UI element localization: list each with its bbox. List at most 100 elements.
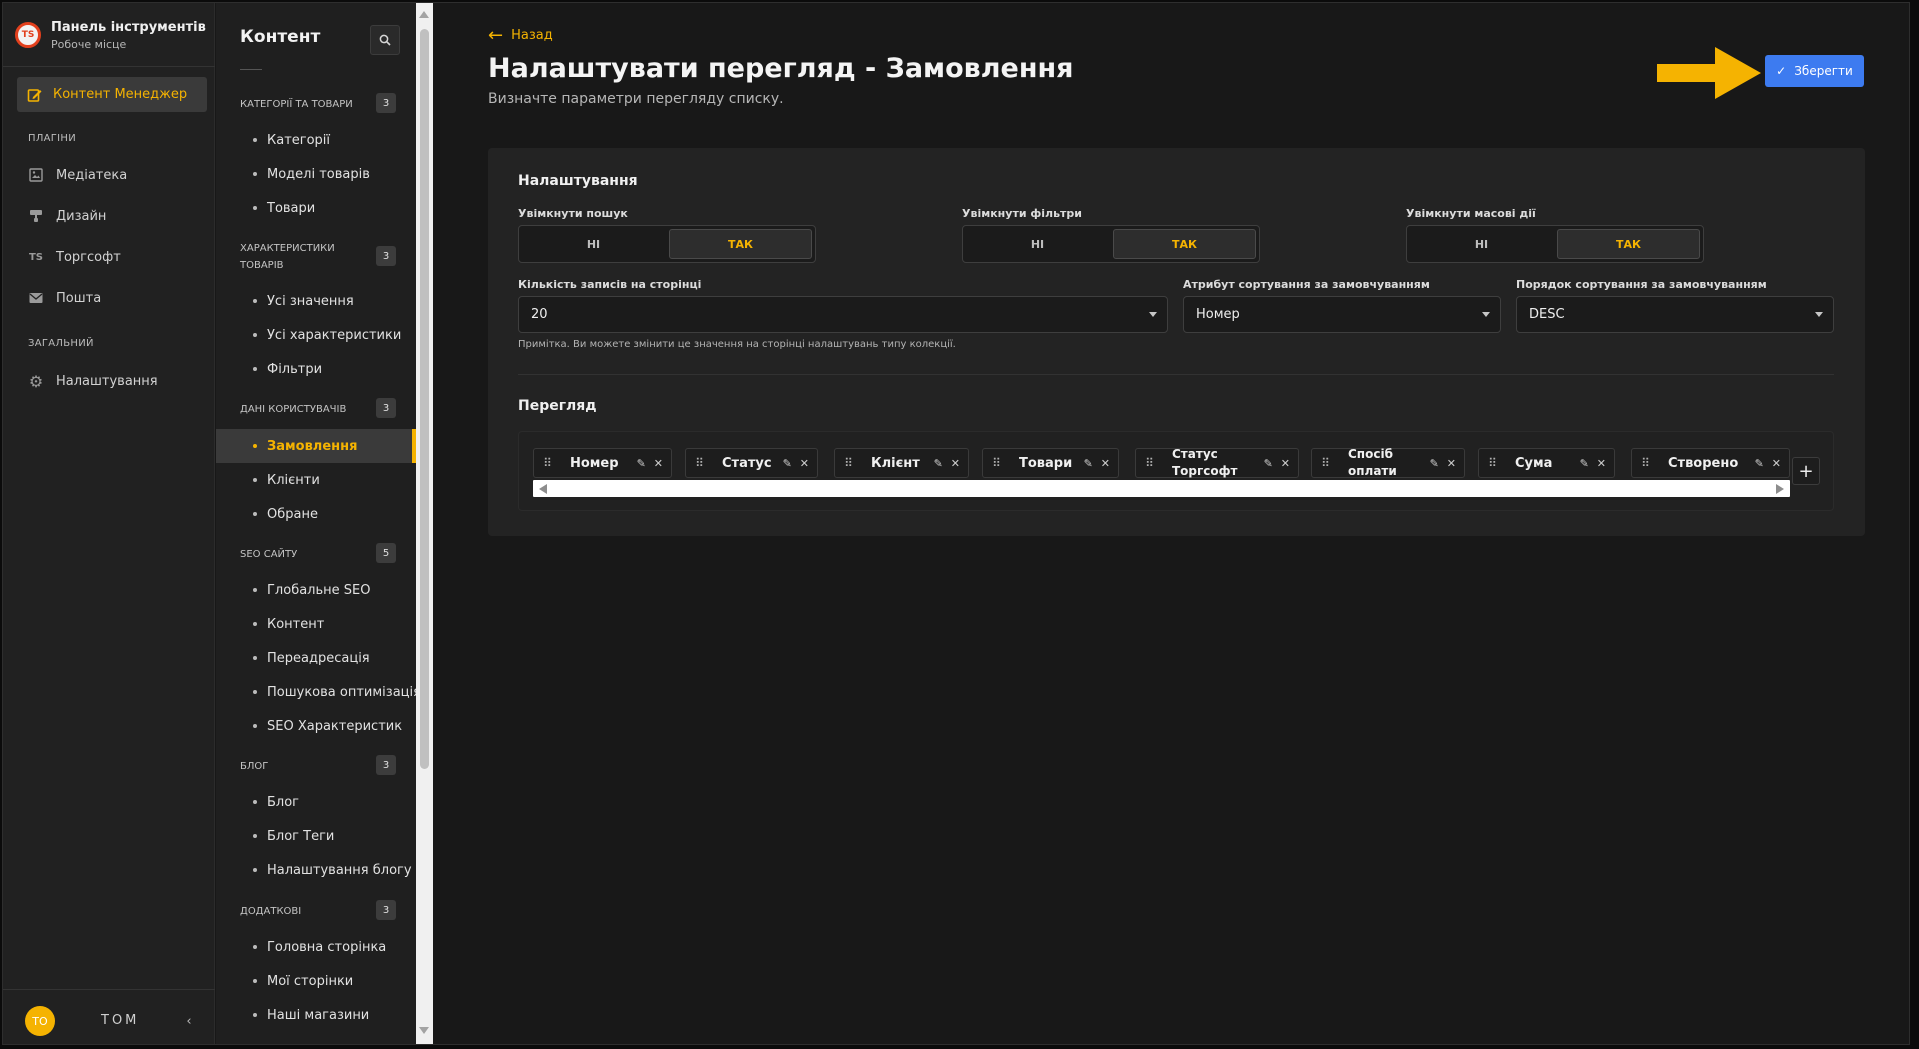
sidebar-group-title[interactable]: КАТЕГОРІЇ ТА ТОВАРИ	[240, 96, 370, 113]
per-page-select[interactable]: 20	[518, 296, 1168, 333]
close-icon[interactable]: ✕	[951, 457, 960, 470]
sidebar-item[interactable]: Усі характеристики	[216, 318, 416, 352]
column-card[interactable]: ⠿ Номер ✎ ✕	[533, 448, 672, 478]
sidebar-item-active[interactable]: Замовлення	[216, 429, 416, 463]
nav-item-design[interactable]: Дизайн	[28, 204, 106, 228]
nav-item-settings[interactable]: ⚙ Налаштування	[28, 369, 158, 393]
drag-handle-icon[interactable]: ⠿	[1312, 456, 1338, 470]
sidebar-item[interactable]: Блог	[216, 785, 416, 819]
toggle-option-yes[interactable]: ТАК	[669, 229, 812, 259]
columns-scrollbar[interactable]	[533, 480, 1790, 497]
close-icon[interactable]: ✕	[1101, 457, 1110, 470]
pencil-icon[interactable]: ✎	[1755, 457, 1764, 470]
settings-panel: Налаштування Увімкнути пошук НІ ТАК Увім…	[488, 148, 1865, 536]
drag-handle-icon[interactable]: ⠿	[686, 456, 712, 470]
column-card[interactable]: ⠿ Статус Торгсофт ✎ ✕	[1135, 447, 1299, 478]
app-window: TS Панель інструментів Робоче місце Конт…	[2, 2, 1910, 1045]
toggle-option-yes[interactable]: ТАК	[1557, 229, 1700, 259]
main-nav: TS Панель інструментів Робоче місце Конт…	[3, 3, 215, 1044]
sidebar-item[interactable]: Налаштування блогу	[216, 853, 416, 887]
nav-item-mail[interactable]: Пошта	[28, 286, 101, 310]
sidebar-group-title[interactable]: БЛОГ	[240, 758, 370, 775]
sidebar-item[interactable]: Моделі товарів	[216, 157, 416, 191]
close-icon[interactable]: ✕	[1772, 457, 1781, 470]
drag-handle-icon[interactable]: ⠿	[983, 456, 1009, 470]
sidebar-item[interactable]: Головна сторінка	[216, 930, 416, 964]
sidebar-scrollbar[interactable]	[416, 3, 433, 1044]
pencil-icon[interactable]: ✎	[1580, 457, 1589, 470]
pencil-icon[interactable]: ✎	[1084, 457, 1093, 470]
sidebar-group-title[interactable]: ДАНІ КОРИСТУВАЧІВ	[240, 401, 370, 418]
nav-divider	[3, 66, 215, 67]
sidebar-group-title[interactable]: ДОДАТКОВІ	[240, 903, 370, 920]
sidebar-item[interactable]: Наші магазини	[216, 998, 416, 1032]
pencil-icon[interactable]: ✎	[1430, 457, 1439, 470]
caret-down-icon	[1482, 312, 1490, 317]
save-button[interactable]: ✓ Зберегти	[1765, 55, 1864, 87]
scroll-left-icon[interactable]	[539, 484, 547, 494]
sidebar-item[interactable]: Обране	[216, 497, 416, 531]
sidebar-item[interactable]: SEO Характеристик	[216, 709, 416, 743]
toggle-option-no[interactable]: НІ	[966, 229, 1109, 259]
sidebar-item[interactable]: Пошукова оптимізація	[216, 675, 416, 709]
sidebar-item[interactable]: Клієнти	[216, 463, 416, 497]
pencil-icon[interactable]: ✎	[637, 457, 646, 470]
close-icon[interactable]: ✕	[654, 457, 663, 470]
sidebar-item[interactable]: Усі значення	[216, 284, 416, 318]
sort-attribute-select[interactable]: Номер	[1183, 296, 1501, 333]
toggle-option-no[interactable]: НІ	[522, 229, 665, 259]
scroll-right-icon[interactable]	[1776, 484, 1784, 494]
drag-handle-icon[interactable]: ⠿	[534, 456, 560, 470]
brand-subtitle: Робоче місце	[51, 37, 127, 51]
scroll-thumb[interactable]	[420, 29, 429, 769]
avatar[interactable]: TO	[25, 1006, 55, 1036]
toggle-label-filters: Увімкнути фільтри	[962, 207, 1083, 220]
sidebar-item[interactable]: Категорії	[216, 123, 416, 157]
column-card[interactable]: ⠿ Клієнт ✎ ✕	[834, 448, 969, 478]
sidebar-item[interactable]: Блог Теги	[216, 819, 416, 853]
drag-handle-icon[interactable]: ⠿	[1479, 456, 1505, 470]
sidebar-item[interactable]: Глобальне SEO	[216, 573, 416, 607]
sidebar-search-button[interactable]	[370, 25, 400, 55]
column-card[interactable]: ⠿ Статус ✎ ✕	[685, 448, 818, 478]
column-card[interactable]: ⠿ Створено ✎ ✕	[1631, 448, 1790, 478]
pencil-icon[interactable]: ✎	[934, 457, 943, 470]
brand[interactable]: TS Панель інструментів Робоче місце	[15, 15, 206, 55]
scroll-up-icon[interactable]	[419, 11, 429, 18]
sidebar-item[interactable]: Мої сторінки	[216, 964, 416, 998]
page-subtitle: Визначте параметри перегляду списку.	[488, 91, 784, 107]
collapse-nav-button[interactable]: ‹	[179, 1011, 199, 1031]
sidebar-group-count: 5	[376, 543, 396, 563]
close-icon[interactable]: ✕	[1597, 457, 1606, 470]
nav-item-media[interactable]: Медіатека	[28, 163, 127, 187]
toggle-option-no[interactable]: НІ	[1410, 229, 1553, 259]
nav-item-label: Дизайн	[56, 208, 107, 224]
sidebar-group-title[interactable]: ХАРАКТЕРИСТИКИ ТОВАРІВ	[240, 240, 350, 274]
column-card[interactable]: ⠿ Спосіб оплати ✎ ✕	[1311, 447, 1465, 478]
sort-order-select[interactable]: DESC	[1516, 296, 1834, 333]
sidebar-title: Контент	[240, 27, 321, 47]
pencil-icon[interactable]: ✎	[783, 457, 792, 470]
toggle-option-yes[interactable]: ТАК	[1113, 229, 1256, 259]
sidebar-item[interactable]: Фільтри	[216, 352, 416, 386]
nav-section-general: ЗАГАЛЬНИЙ	[28, 338, 94, 349]
add-column-button[interactable]: +	[1792, 457, 1820, 485]
sidebar-group-title[interactable]: SEO САЙТУ	[240, 546, 370, 563]
back-link[interactable]: ← Назад	[488, 25, 553, 46]
close-icon[interactable]: ✕	[1447, 457, 1456, 470]
drag-handle-icon[interactable]: ⠿	[1136, 456, 1162, 470]
column-card[interactable]: ⠿ Сума ✎ ✕	[1478, 448, 1615, 478]
sidebar-item[interactable]: Переадресація	[216, 641, 416, 675]
column-name: Статус	[722, 455, 772, 471]
nav-item-content-manager[interactable]: Контент Менеджер	[17, 77, 207, 112]
sidebar-item[interactable]: Контент	[216, 607, 416, 641]
scroll-down-icon[interactable]	[419, 1027, 429, 1034]
drag-handle-icon[interactable]: ⠿	[835, 456, 861, 470]
drag-handle-icon[interactable]: ⠿	[1632, 456, 1658, 470]
nav-item-torgsoft[interactable]: TS Торгсофт	[28, 245, 121, 269]
sidebar-item[interactable]: Товари	[216, 191, 416, 225]
close-icon[interactable]: ✕	[800, 457, 809, 470]
pencil-icon[interactable]: ✎	[1264, 457, 1273, 470]
close-icon[interactable]: ✕	[1281, 457, 1290, 470]
column-card[interactable]: ⠿ Товари ✎ ✕	[982, 448, 1119, 478]
